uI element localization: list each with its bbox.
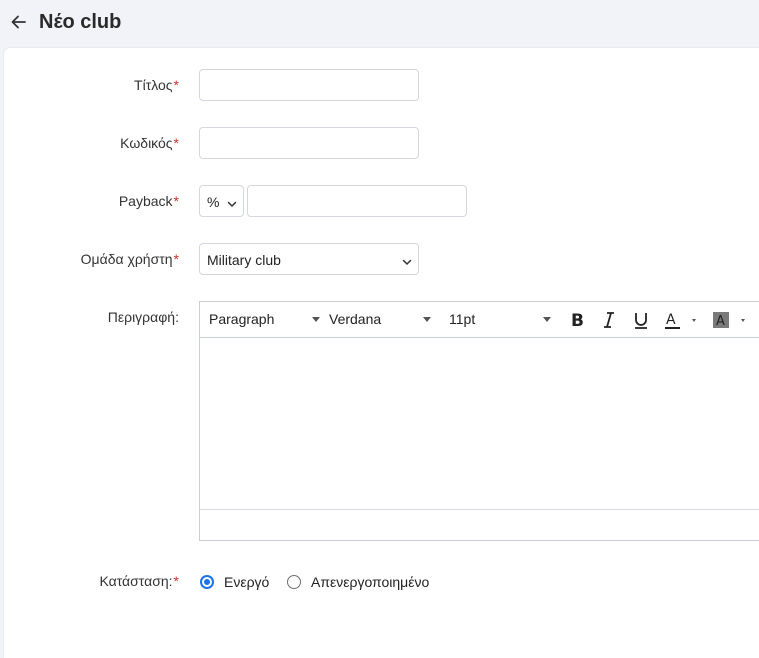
page-title: Νέο club	[39, 11, 122, 33]
status-option-inactive-label: Απενεργοποιημένο	[311, 574, 430, 590]
caret-down-icon	[312, 317, 320, 322]
arrow-left-icon[interactable]	[9, 12, 29, 32]
background-color-icon[interactable]: A	[710, 309, 750, 331]
code-label: Κωδικός*	[120, 135, 179, 151]
format-value: Paragraph	[209, 311, 275, 327]
description-label: Περιγραφή:	[107, 309, 179, 325]
status-option-inactive[interactable]: Απενεργοποιημένο	[287, 572, 447, 592]
caret-down-icon	[423, 317, 431, 322]
radio-unchecked[interactable]	[287, 575, 301, 589]
chevron-down-icon	[402, 254, 412, 266]
title-label: Τίτλος*	[134, 77, 179, 93]
rich-text-editor: Paragraph Verdana 11pt B A A	[199, 301, 759, 541]
size-value: 11pt	[449, 311, 476, 327]
font-dropdown[interactable]: Verdana	[329, 302, 439, 337]
underline-icon[interactable]	[630, 309, 652, 331]
page-header: Νέο club	[0, 0, 759, 46]
svg-text:A: A	[716, 314, 725, 329]
format-dropdown[interactable]: Paragraph	[209, 302, 320, 337]
user-group-select[interactable]: Military club	[199, 243, 419, 275]
user-group-value: Military club	[207, 252, 281, 268]
chevron-down-icon	[227, 196, 237, 208]
caret-down-icon	[543, 317, 551, 322]
status-label: Κατάσταση:*	[99, 573, 179, 589]
svg-text:B: B	[571, 311, 584, 331]
editor-content-area[interactable]	[200, 338, 759, 510]
editor-statusbar	[200, 509, 759, 540]
editor-toolbar: Paragraph Verdana 11pt B A A	[200, 302, 759, 338]
status-option-active[interactable]: Ενεργό	[200, 572, 280, 592]
size-dropdown[interactable]: 11pt	[449, 302, 554, 337]
user-group-label: Ομάδα χρήστη*	[80, 251, 179, 267]
bold-icon[interactable]: B	[566, 309, 588, 331]
payback-input[interactable]	[247, 185, 467, 217]
status-option-active-label: Ενεργό	[224, 574, 270, 590]
code-input[interactable]	[199, 127, 419, 159]
text-color-icon[interactable]: A	[662, 309, 698, 331]
title-input[interactable]	[199, 69, 419, 101]
italic-icon[interactable]	[598, 309, 620, 331]
payback-unit-select[interactable]: %	[199, 185, 244, 217]
font-value: Verdana	[329, 311, 382, 327]
payback-unit-value: %	[207, 194, 220, 210]
radio-checked[interactable]	[200, 575, 214, 589]
payback-label: Payback*	[118, 193, 179, 209]
svg-text:A: A	[666, 312, 676, 328]
